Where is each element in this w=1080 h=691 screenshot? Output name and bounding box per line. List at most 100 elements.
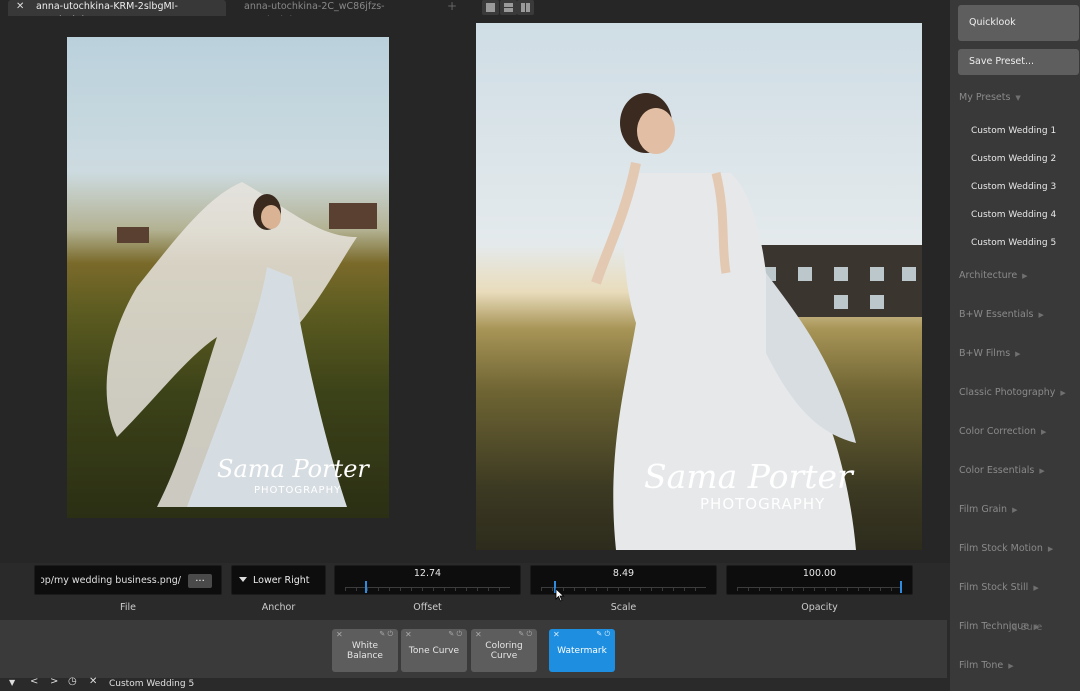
module-close-icon[interactable]: ✕ [336, 630, 343, 639]
category-film-grain[interactable]: Film Grain ▶ [959, 504, 1017, 515]
category-label: Classic Photography [959, 387, 1056, 398]
single-view-icon[interactable] [482, 0, 499, 15]
opacity-label: Opacity [801, 602, 838, 613]
add-tab-icon[interactable]: + [447, 0, 457, 13]
menu-down-icon[interactable]: ▼ [9, 678, 15, 687]
opacity-track[interactable] [737, 587, 902, 591]
bottom-bar: ▼ < > ◷ ✕ Custom Wedding 5 [0, 676, 950, 691]
history-icon[interactable]: ◷ [68, 676, 77, 687]
category-label: Film Tone [959, 660, 1004, 671]
chevron-right-icon: ▶ [1047, 545, 1054, 553]
file-label: File [120, 602, 136, 613]
category-label: Color Essentials [959, 465, 1035, 476]
chevron-right-icon: ▶ [1012, 506, 1018, 514]
anchor-label: Anchor [261, 602, 296, 613]
file-path[interactable]: /Desktop/my wedding business.png [41, 575, 181, 586]
offset-track[interactable] [345, 587, 510, 591]
chevron-down-icon: ▼ [1015, 94, 1021, 102]
back-icon[interactable]: < [30, 676, 38, 687]
offset-value: 12.74 [413, 568, 442, 579]
module-close-icon[interactable]: ✕ [405, 630, 412, 639]
category-label: B+W Essentials [959, 309, 1034, 320]
chevron-right-icon: ▶ [1040, 428, 1047, 436]
module-tone-curve[interactable]: ✕ ✎ ⏻ Tone Curve [401, 629, 467, 672]
quicklook-button[interactable]: Quicklook [958, 5, 1079, 41]
watermark-caps: PHOTOGRAPHY [700, 495, 826, 513]
anchor-dropdown[interactable]: Lower Right [231, 565, 326, 595]
split-vertical-icon[interactable] [517, 0, 534, 15]
scale-track[interactable] [541, 587, 706, 591]
current-preset-name: Custom Wedding 5 [109, 679, 195, 689]
photo-right[interactable]: Sama Porter PHOTOGRAPHY [476, 23, 922, 550]
preset-item[interactable]: Custom Wedding 3 [971, 182, 1056, 192]
opacity-slider[interactable]: 100.00 [726, 565, 913, 595]
module-label: White [351, 640, 379, 651]
offset-slider-handle[interactable] [365, 581, 367, 593]
save-preset-button[interactable]: Save Preset... [958, 49, 1079, 75]
tab-inactive[interactable]: anna-utochkina-2C_wC86jfzs-unsplash.jpg [244, 0, 440, 26]
ghost-text: Ja Sure [1009, 622, 1043, 633]
watermark-caps: PHOTOGRAPHY [254, 485, 342, 496]
module-close-icon[interactable]: ✕ [475, 630, 482, 639]
module-pin-icon[interactable]: ✎ ⏻ [448, 630, 462, 639]
module-watermark[interactable]: ✕ ✎ ⏻ Watermark [549, 629, 615, 672]
category-label: Film Stock Motion [959, 543, 1043, 554]
my-presets-label: My Presets [959, 92, 1011, 103]
category-label: Film Grain [959, 504, 1008, 515]
offset-label: Offset [413, 602, 442, 613]
module-pin-icon[interactable]: ✎ ⏻ [596, 630, 610, 639]
forward-icon[interactable]: > [50, 676, 58, 687]
category-color-essentials[interactable]: Color Essentials ▶ [959, 465, 1045, 476]
category-film-stock-motion[interactable]: Film Stock Motion ▶ [959, 543, 1053, 554]
mouse-cursor-icon [555, 588, 565, 602]
opacity-value: 100.00 [802, 568, 837, 579]
chevron-right-icon: ▶ [1015, 350, 1021, 358]
chevron-right-icon: ▶ [1060, 389, 1066, 397]
category-bw-essentials[interactable]: B+W Essentials ▶ [959, 309, 1044, 320]
scale-label: Scale [610, 602, 637, 613]
chevron-down-icon [239, 577, 247, 582]
module-label: Coloring [485, 640, 523, 651]
offset-slider[interactable]: 12.74 [334, 565, 521, 595]
image-canvas: Sama Porter PHOTOGRAPHY Sama Porter PHOT… [0, 16, 950, 563]
module-label: Balance [347, 650, 383, 661]
chevron-right-icon: ▶ [1022, 272, 1028, 280]
category-bw-films[interactable]: B+W Films ▶ [959, 348, 1021, 359]
module-coloring-curve[interactable]: ✕ ✎ ⏻ Coloring Curve [471, 629, 537, 672]
module-white-balance[interactable]: ✕ ✎ ⏻ White Balance [332, 629, 398, 672]
browse-button[interactable]: ... [188, 574, 212, 588]
preset-item[interactable]: Custom Wedding 2 [971, 154, 1056, 164]
chevron-right-icon: ▶ [1033, 584, 1039, 592]
opacity-slider-handle[interactable] [900, 581, 902, 593]
my-presets-header[interactable]: My Presets ▼ [959, 92, 1021, 103]
preset-item[interactable]: Custom Wedding 4 [971, 210, 1056, 220]
category-label: Architecture [959, 270, 1018, 281]
category-color-correction[interactable]: Color Correction ▶ [959, 426, 1046, 437]
tab-active[interactable]: ✕ anna-utochkina-KRM-2slbgMI-unsplash.jp… [8, 0, 226, 26]
category-classic-photography[interactable]: Classic Photography ▶ [959, 387, 1066, 398]
module-close-icon[interactable]: ✕ [553, 630, 560, 639]
preset-item[interactable]: Custom Wedding 5 [971, 238, 1056, 248]
photo-left[interactable]: Sama Porter PHOTOGRAPHY [67, 37, 389, 518]
close-icon[interactable]: ✕ [89, 676, 97, 687]
category-label: Color Correction [959, 426, 1036, 437]
module-label: Tone Curve [408, 645, 460, 656]
category-label: B+W Films [959, 348, 1011, 359]
chevron-right-icon: ▶ [1008, 662, 1014, 670]
chevron-right-icon: ▶ [1038, 311, 1044, 319]
bride-figure [106, 182, 357, 507]
preset-item[interactable]: Custom Wedding 1 [971, 126, 1056, 136]
category-film-tone[interactable]: Film Tone ▶ [959, 660, 1014, 671]
presets-sidebar: Quicklook Save Preset... My Presets ▼ Cus… [950, 0, 1080, 691]
file-field[interactable]: /Desktop/my wedding business.png ... [34, 565, 222, 595]
split-horizontal-icon[interactable] [500, 0, 517, 15]
scale-value: 8.49 [612, 568, 635, 579]
watermark-script: Sama Porter [217, 455, 369, 483]
category-architecture[interactable]: Architecture ▶ [959, 270, 1028, 281]
category-film-stock-still[interactable]: Film Stock Still ▶ [959, 582, 1039, 593]
chevron-right-icon: ▶ [1039, 467, 1045, 475]
tab-close-icon[interactable]: ✕ [16, 0, 24, 14]
module-label: Watermark [557, 645, 607, 656]
module-pin-icon[interactable]: ✎ ⏻ [518, 630, 532, 639]
module-pin-icon[interactable]: ✎ ⏻ [379, 630, 393, 639]
